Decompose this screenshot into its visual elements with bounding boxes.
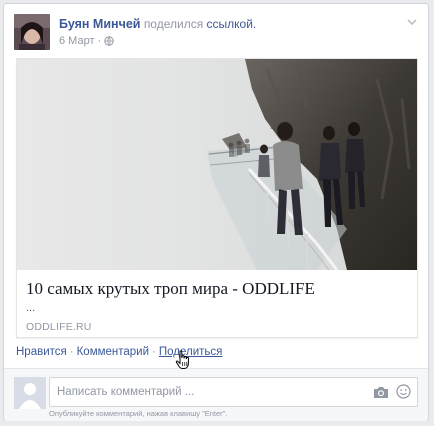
action-separator: · xyxy=(152,346,156,358)
link-domain: ODDLIFE.RU xyxy=(26,321,92,333)
comment-box[interactable] xyxy=(49,377,418,407)
comment-hint: Опубликуйте комментарий, нажав клавишу "… xyxy=(49,409,228,418)
commenter-avatar xyxy=(14,377,46,409)
chevron-down-icon[interactable] xyxy=(406,16,418,28)
camera-icon[interactable] xyxy=(373,385,389,399)
action-separator: · xyxy=(69,346,74,358)
shared-link-word[interactable]: ссылкой. xyxy=(207,17,257,31)
avatar[interactable] xyxy=(14,14,50,50)
author-name[interactable]: Буян Минчей xyxy=(59,17,140,31)
post-card: Буян Минчей поделился ссылкой. 6 Март · xyxy=(3,3,429,421)
link-description: ... xyxy=(26,302,36,314)
smile-icon[interactable] xyxy=(396,384,411,399)
shared-text: поделился xyxy=(143,17,204,31)
comment-link[interactable]: Комментарий xyxy=(77,346,149,358)
meta-separator: · xyxy=(97,35,102,47)
like-link[interactable]: Нравится xyxy=(16,346,67,358)
globe-icon[interactable] xyxy=(104,36,114,46)
post-actions: Нравится · Комментарий · Поделиться xyxy=(16,346,222,358)
author-line: Буян Минчей поделился ссылкой. xyxy=(59,17,256,31)
link-preview[interactable]: 10 самых крутых троп мира - ODDLIFE ... … xyxy=(16,58,418,338)
post-header: Буян Минчей поделился ссылкой. 6 Март · xyxy=(14,14,398,50)
link-preview-image[interactable] xyxy=(17,59,417,270)
link-title[interactable]: 10 самых крутых троп мира - ODDLIFE xyxy=(26,279,315,299)
hand-cursor-icon xyxy=(175,350,191,370)
post-meta: 6 Март · xyxy=(59,35,114,47)
comment-input[interactable] xyxy=(50,378,360,406)
comment-composer: Опубликуйте комментарий, нажав клавишу "… xyxy=(4,368,428,421)
post-date[interactable]: 6 Март xyxy=(59,35,95,47)
